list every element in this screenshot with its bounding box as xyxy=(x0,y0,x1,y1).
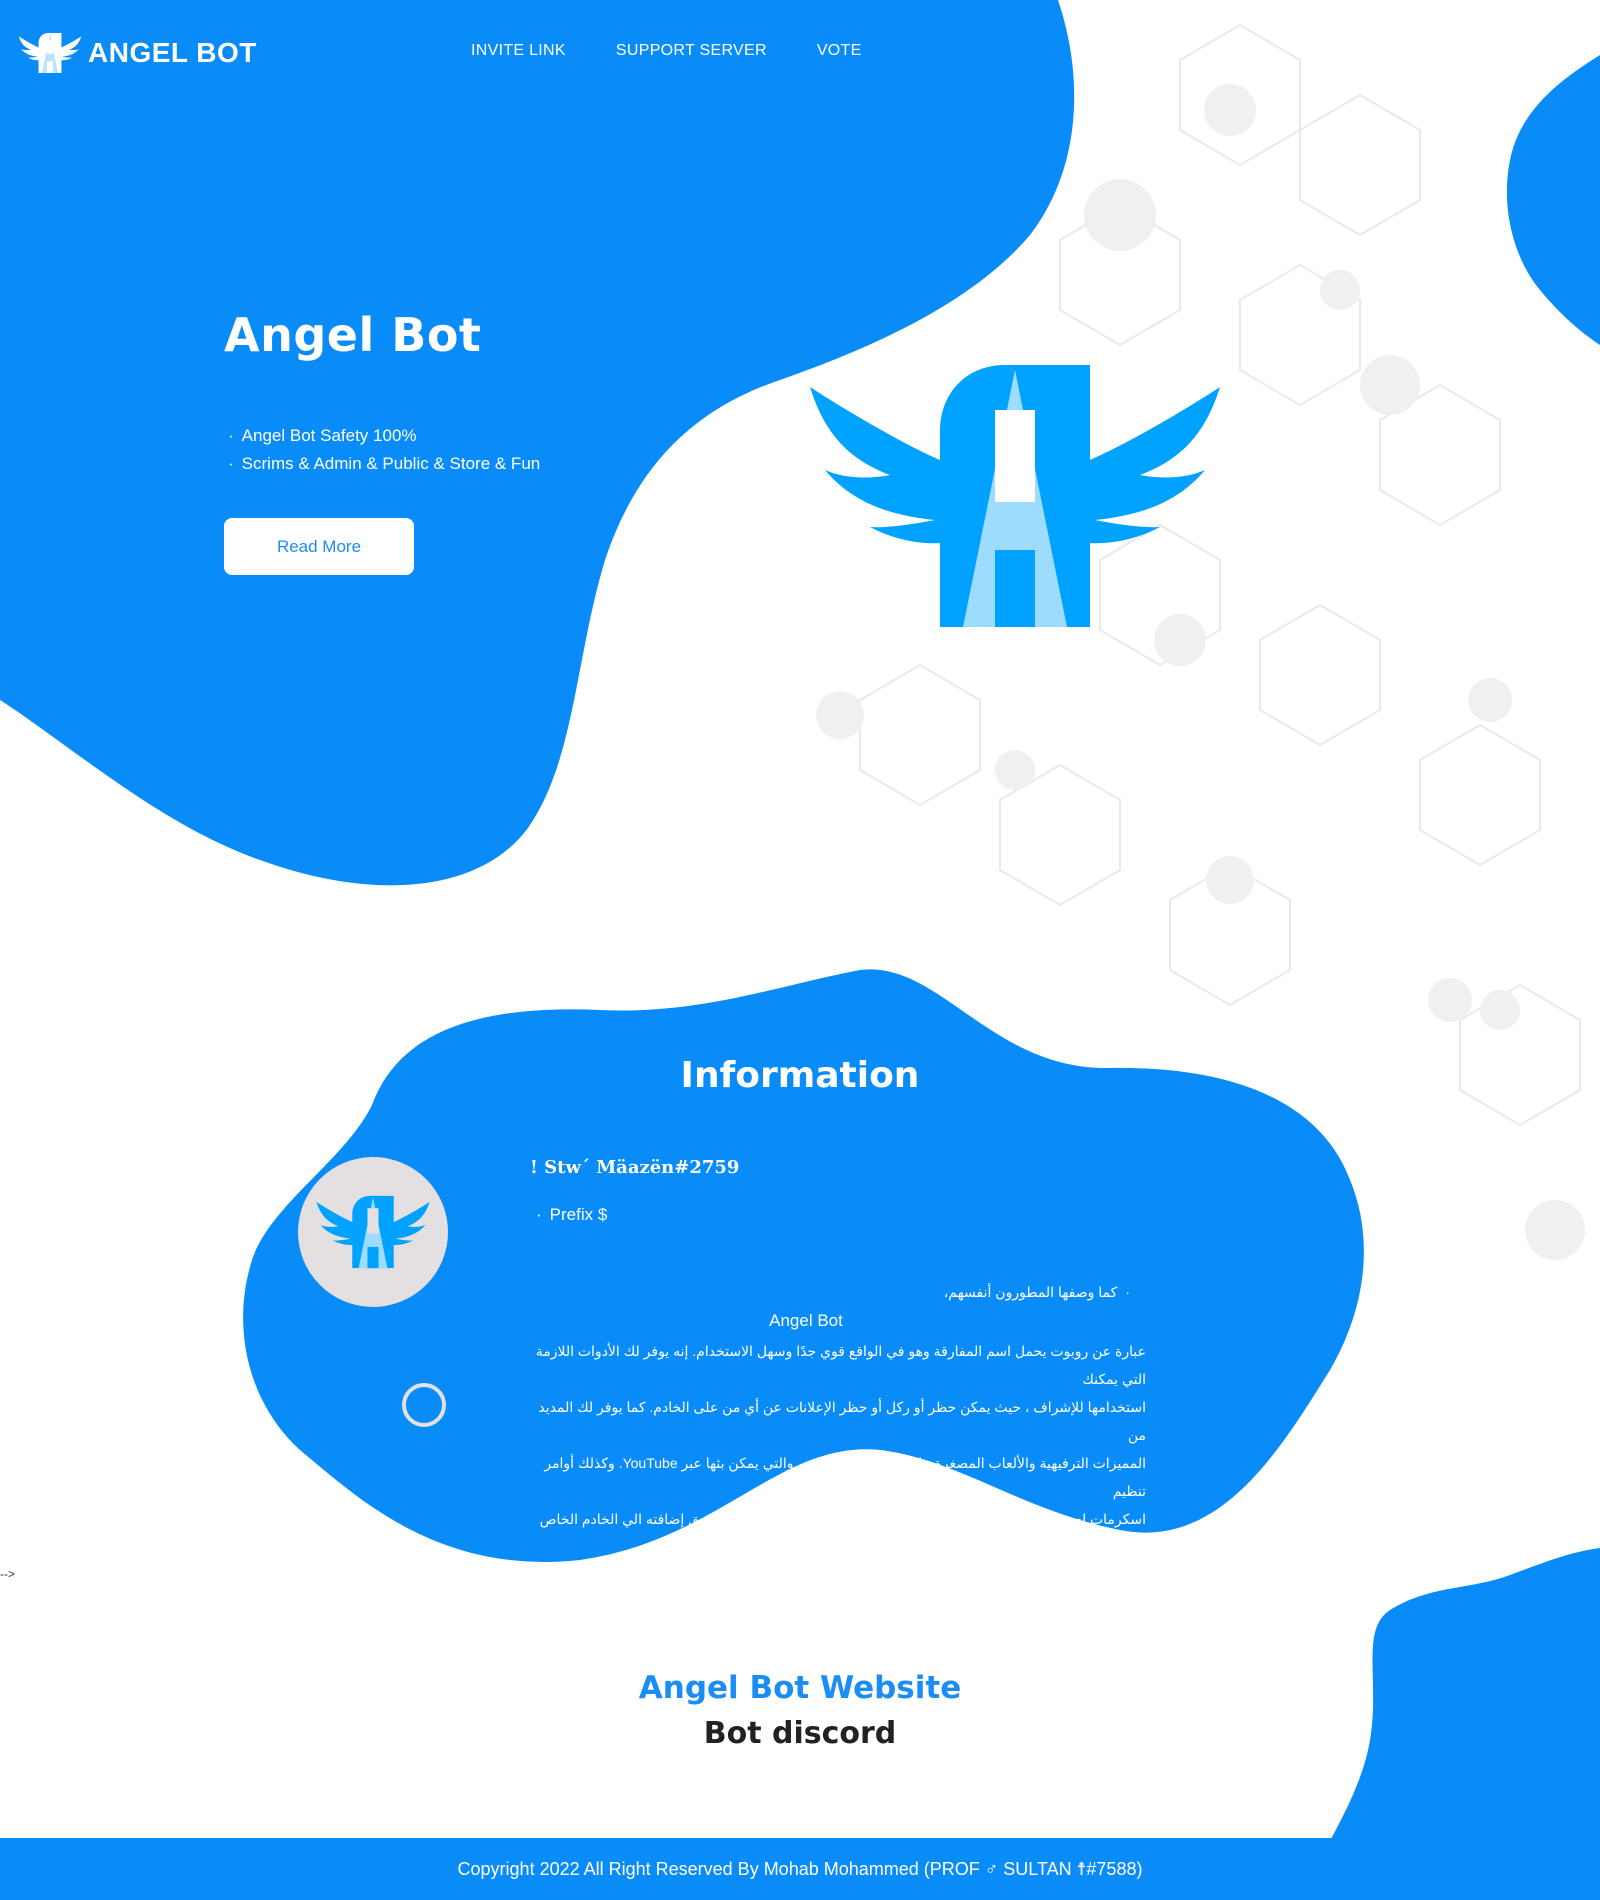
footer: Copyright 2022 All Right Reserved By Moh… xyxy=(0,1838,1600,1900)
main-nav: INVITE LINK SUPPORT SERVER VOTE xyxy=(471,42,862,60)
avatar xyxy=(298,1157,448,1307)
read-more-button[interactable]: Read More xyxy=(224,518,414,575)
description-line: المميزات الترفيهية والألعاب المصغرة ، إل… xyxy=(544,1455,1146,1499)
feature-item: Scrims & Admin & Public & Store & Fun xyxy=(228,450,541,478)
winged-a-icon xyxy=(316,1195,430,1269)
decorative-ring xyxy=(402,1383,446,1427)
winged-a-icon xyxy=(18,33,82,73)
description-note: كما وصفها المطورون أنفسهم، xyxy=(900,1284,1130,1301)
description-line: اسكرمات لعبه ببجي موبيل وأشياء آخره رائع… xyxy=(539,1511,1146,1555)
nav-support-server[interactable]: SUPPORT SERVER xyxy=(616,42,767,60)
hero-features: Angel Bot Safety 100% Scrims & Admin & P… xyxy=(228,422,541,478)
developer-username: ! Stw´ Mäazën#2759 xyxy=(530,1157,740,1178)
bot-prefix: Prefix $ xyxy=(536,1205,608,1225)
winged-a-icon xyxy=(810,365,1220,627)
info-title: Information xyxy=(680,1055,920,1096)
navbar: ANGEL BOT INVITE LINK SUPPORT SERVER VOT… xyxy=(0,0,1600,104)
stray-comment-text: --> xyxy=(0,1567,15,1581)
brand-logo[interactable]: ANGEL BOT xyxy=(18,30,257,76)
copyright-text: Copyright 2022 All Right Reserved By Moh… xyxy=(457,1858,1143,1879)
description-line: استخدامها للإشراف ، حيث يمكن حظر أو ركل … xyxy=(538,1399,1146,1443)
background-shapes xyxy=(0,0,1600,1900)
site-subtitle: Bot discord xyxy=(703,1716,897,1751)
nav-vote[interactable]: VOTE xyxy=(817,42,862,60)
description-bot-name: Angel Bot xyxy=(769,1311,843,1330)
site-title: Angel Bot Website xyxy=(638,1670,962,1706)
description-line: عبارة عن روبوت يحمل اسم المفارقة وهو في … xyxy=(535,1343,1146,1387)
feature-item: Angel Bot Safety 100% xyxy=(228,422,540,450)
hero-title: Angel Bot xyxy=(224,308,482,362)
bot-description: عبارة عن روبوت يحمل اسم المفارقة وهو في … xyxy=(529,1337,1146,1561)
nav-invite-link[interactable]: INVITE LINK xyxy=(471,42,566,60)
brand-name: ANGEL BOT xyxy=(88,37,257,68)
